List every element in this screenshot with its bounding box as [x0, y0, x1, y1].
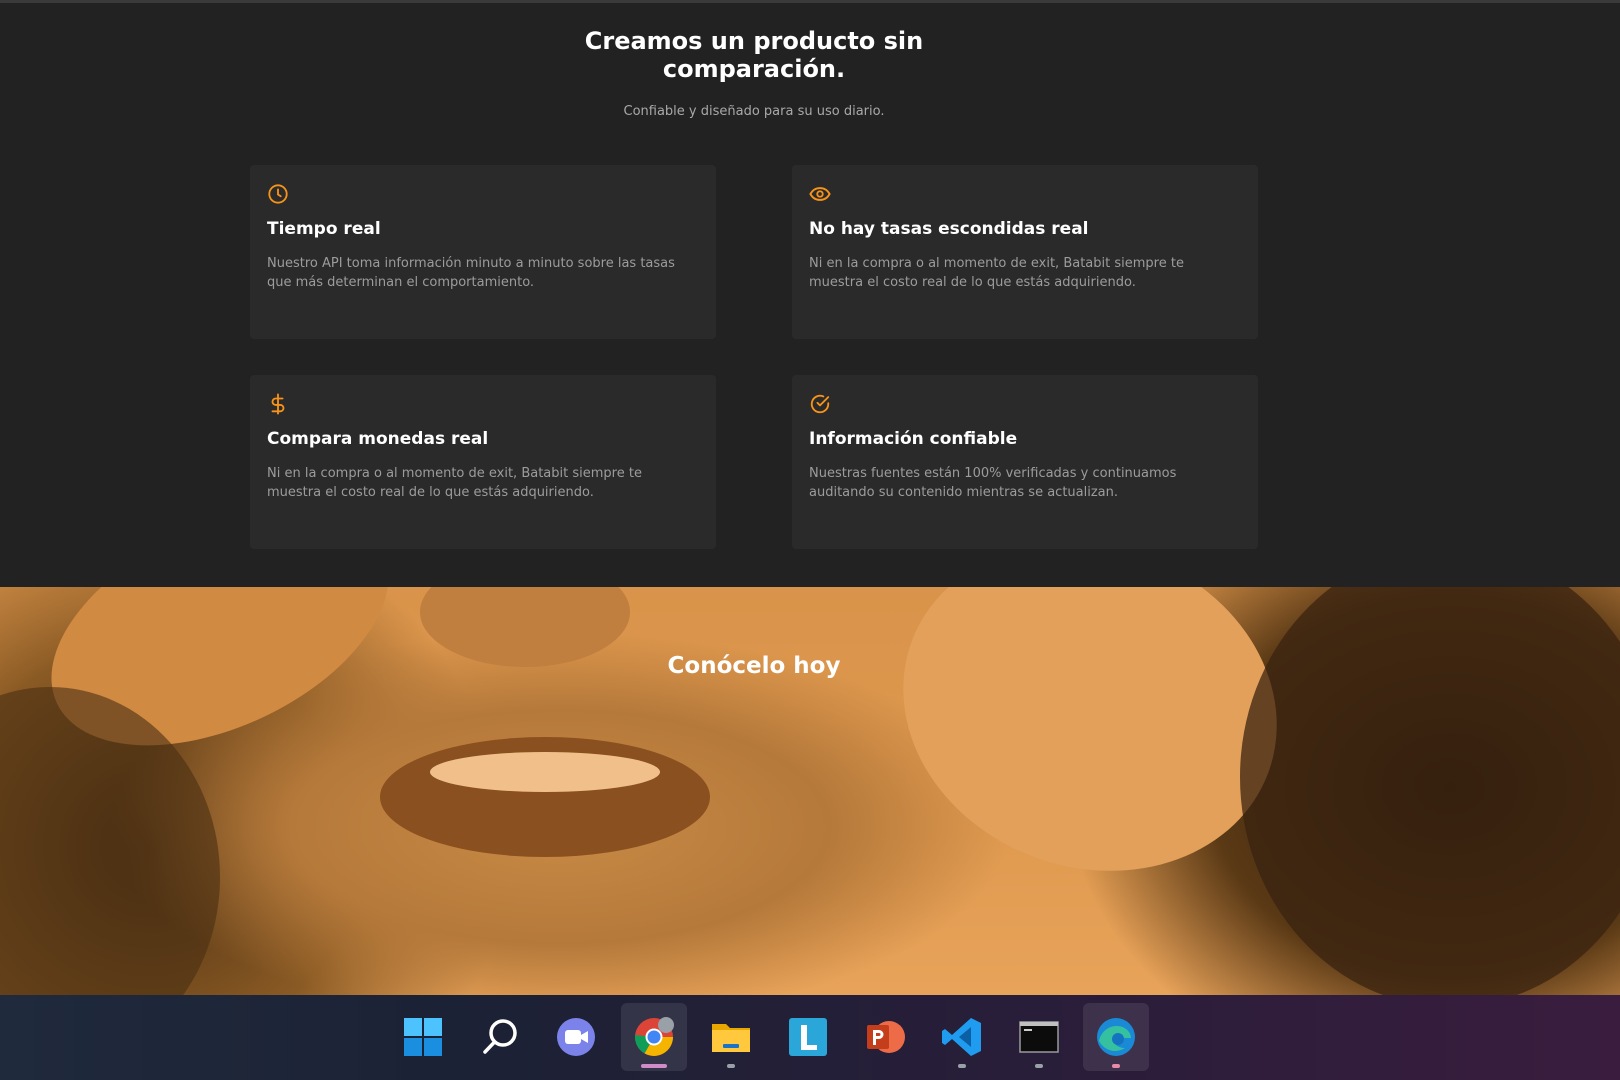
page: Creamos un producto sin comparación. Con…: [0, 0, 1620, 1080]
taskbar-l-app-button[interactable]: [775, 1003, 841, 1071]
taskbar-powerpoint-button[interactable]: [852, 1003, 918, 1071]
file-explorer-icon: [712, 1024, 750, 1052]
running-app-indicator: [727, 1064, 735, 1068]
check-circle-icon: [809, 393, 831, 415]
taskbar-terminal-button[interactable]: [1006, 1003, 1072, 1071]
taskbar-teams-chat-button[interactable]: [543, 1003, 609, 1071]
running-app-indicator: [1112, 1064, 1120, 1068]
terminal-icon: [1019, 1021, 1059, 1053]
features-section: Creamos un producto sin comparación. Con…: [0, 0, 1620, 587]
hero-photo-teeth: [430, 752, 660, 792]
running-app-indicator: [1035, 1064, 1043, 1068]
running-app-indicator: [958, 1064, 966, 1068]
feature-card-text: Nuestro API toma información minuto a mi…: [267, 256, 675, 290]
teams-chat-icon: [557, 1018, 595, 1056]
vscode-icon: [942, 1018, 981, 1056]
feature-card-tiempo-real: Tiempo real Nuestro API toma información…: [250, 165, 716, 339]
feature-card-text: Ni en la compra o al momento de exit, Ba…: [267, 466, 642, 500]
search-icon: [483, 1019, 517, 1054]
chrome-icon: [635, 1017, 674, 1056]
taskbar-chrome-button[interactable]: [621, 1003, 687, 1071]
features-subtitle: Confiable y diseñado para su uso diario.: [623, 104, 885, 119]
taskbar-vscode-button[interactable]: [929, 1003, 995, 1071]
eye-icon: [809, 183, 831, 205]
feature-card-title: Tiempo real: [267, 219, 381, 239]
active-app-indicator: [641, 1064, 667, 1068]
features-title: Creamos un producto sin comparación.: [0, 27, 1508, 83]
dollar-icon: [267, 393, 289, 415]
taskbar-start-button[interactable]: [390, 1003, 456, 1071]
hero-photo-hair-right: [1240, 587, 1620, 995]
feature-card-informacion-confiable: Información confiable Nuestras fuentes e…: [792, 375, 1258, 549]
hero-section: Conócelo hoy: [0, 587, 1620, 995]
windows-taskbar: [0, 995, 1620, 1080]
feature-card-compara-monedas: Compara monedas real Ni en la compra o a…: [250, 375, 716, 549]
feature-card-text: Nuestras fuentes están 100% verificadas …: [809, 466, 1177, 500]
l-app-icon: [789, 1018, 827, 1056]
hero-heading: Conócelo hoy: [667, 653, 841, 679]
feature-card-title: Información confiable: [809, 429, 1018, 449]
taskbar-search-button[interactable]: [467, 1003, 533, 1071]
taskbar-edge-button[interactable]: [1083, 1003, 1149, 1071]
windows-start-icon: [404, 1018, 442, 1056]
features-title-line1: Creamos un producto sin: [584, 27, 924, 55]
feature-card-tasas-escondidas: No hay tasas escondidas real Ni en la co…: [792, 165, 1258, 339]
feature-card-title: Compara monedas real: [267, 429, 489, 449]
edge-icon: [1097, 1018, 1135, 1056]
feature-card-text: Ni en la compra o al momento de exit, Ba…: [809, 256, 1184, 290]
features-title-line2: comparación.: [662, 55, 846, 83]
taskbar-file-explorer-button[interactable]: [698, 1003, 764, 1071]
powerpoint-icon: [867, 1021, 905, 1053]
clock-icon: [267, 183, 289, 205]
feature-card-title: No hay tasas escondidas real: [809, 219, 1089, 239]
